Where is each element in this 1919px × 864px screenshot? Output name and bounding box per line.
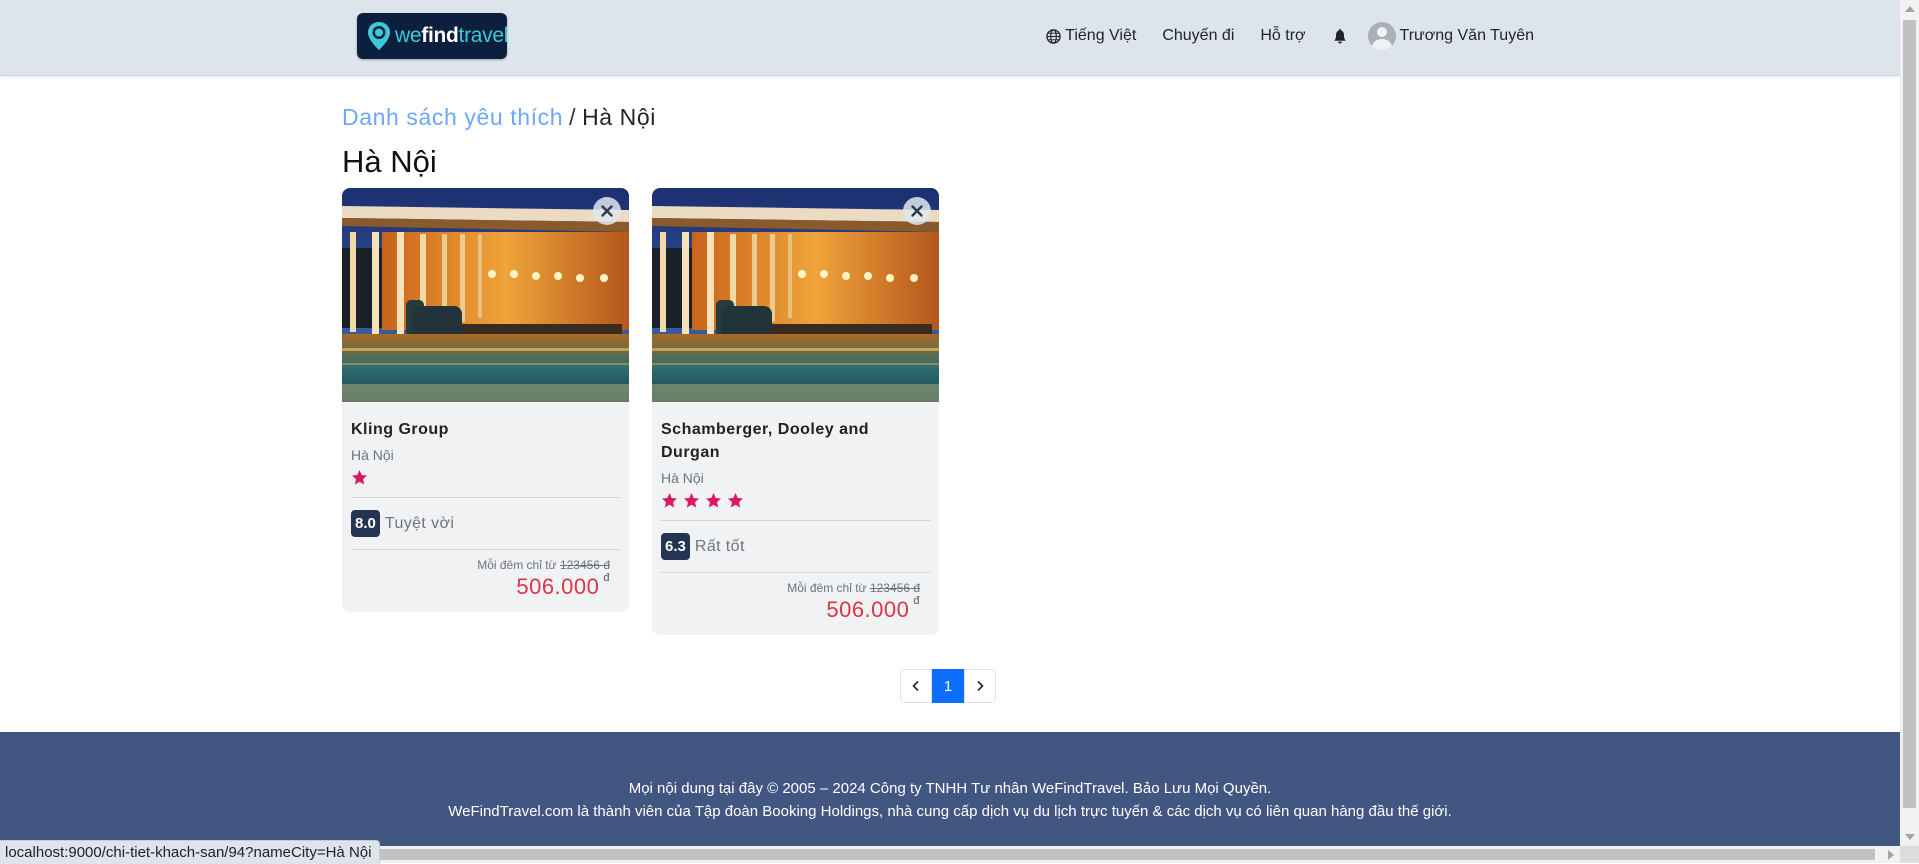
star-icon [728,493,743,508]
breadcrumb: Danh sách yêu thích / Hà Nội [342,104,656,131]
pagination-next-button[interactable] [964,669,996,703]
vertical-scrollbar[interactable] [1900,0,1919,863]
pagination-prev-button[interactable] [900,669,932,703]
notifications-button[interactable] [1332,28,1348,44]
divider [661,572,930,573]
footer-membership: WeFindTravel.com là thành viên của Tập đ… [448,803,1452,820]
price-from: Mỗi đêm chỉ từ 123456 đ [661,581,920,595]
star-rating [661,492,930,512]
remove-favorite-button[interactable] [903,197,931,225]
star-icon [684,493,699,508]
close-icon [601,205,613,217]
breadcrumb-current: Hà Nội [582,104,656,130]
score-label: Tuyệt vời [384,514,455,532]
old-price: 123456 đ [869,581,920,595]
breadcrumb-favorites-link[interactable]: Danh sách yêu thích [342,104,563,130]
user-menu[interactable]: Trương Văn Tuyên [1367,22,1534,50]
hotel-photo [652,188,939,402]
price-from-label: Mỗi đêm chỉ từ [787,581,867,595]
price: 506.000 đ [661,595,920,623]
user-name: Trương Văn Tuyên [1399,27,1534,44]
hotel-name[interactable]: Kling Group [351,418,620,441]
price-from: Mỗi đêm chỉ từ 123456 đ [351,558,610,572]
score-row: 6.3 Rất tốt [661,529,930,564]
star-icon [706,493,721,508]
chevron-left-icon [912,680,919,692]
hotel-card-body: Schamberger, Dooley and Durgan Hà Nội 6.… [652,418,939,635]
close-icon [911,205,923,217]
price-value: 506.000 [826,597,910,622]
scroll-up-arrow[interactable] [1905,6,1915,12]
logo-text-travel: travel [458,24,509,47]
hotel-city: Hà Nội [661,470,704,486]
score-row: 8.0 Tuyệt vời [351,506,620,541]
currency: đ [603,572,610,584]
avatar [1367,22,1396,50]
divider [661,520,930,521]
price-block: Mỗi đêm chỉ từ 123456 đ 506.000 đ [661,581,930,635]
logo-text-find: find [421,24,459,47]
remove-favorite-button[interactable] [593,197,621,225]
star-icon [662,493,677,508]
score-badge: 8.0 [351,510,380,537]
price-block: Mỗi đêm chỉ từ 123456 đ 506.000 đ [351,558,620,612]
price: 506.000 đ [351,572,610,600]
hotel-name[interactable]: Schamberger, Dooley and Durgan [661,418,930,464]
score-badge: 6.3 [661,533,690,560]
page-title: Hà Nội [342,144,437,179]
nav-support[interactable]: Hỗ trợ [1260,27,1305,45]
breadcrumb-separator: / [569,104,577,130]
footer-copyright: Mọi nội dung tại đây © 2005 – 2024 Công … [628,780,1272,797]
hotel-card[interactable]: Schamberger, Dooley and Durgan Hà Nội 6.… [652,188,939,635]
scrollbar-corner [1900,846,1919,863]
nav-right: Tiếng Việt Chuyến đi Hỗ trợ Trương Văn T… [1046,22,1534,50]
hotel-card-body: Kling Group Hà Nội 8.0 Tuyệt vời Mỗi đêm… [342,418,629,612]
pagination: 1 [900,669,996,703]
status-bar-url: localhost:9000/chi-tiet-khach-san/94?nam… [0,840,381,864]
globe-icon [1046,28,1061,44]
hotel-card[interactable]: Kling Group Hà Nội 8.0 Tuyệt vời Mỗi đêm… [342,188,629,612]
logo-text: wefindtravel [395,24,508,48]
vertical-scrollbar-thumb[interactable] [1903,20,1916,808]
hotel-photo [342,188,629,402]
divider [351,497,620,498]
score-label: Rất tốt [694,537,745,555]
scroll-right-arrow[interactable] [1888,850,1894,860]
old-price: 123456 đ [559,558,610,572]
scroll-down-arrow[interactable] [1905,834,1915,840]
chevron-right-icon [977,680,984,692]
language-label: Tiếng Việt [1065,27,1137,44]
price-value: 506.000 [516,574,600,599]
star-rating [351,469,620,489]
logo[interactable]: wefindtravel [357,13,508,59]
bell-icon [1334,28,1346,44]
logo-text-we: we [395,24,422,47]
divider [351,549,620,550]
currency: đ [913,595,920,607]
navbar: wefindtravel Tiếng Việt Chuyến đi Hỗ trợ… [0,0,1900,76]
star-icon [352,470,367,485]
price-from-label: Mỗi đêm chỉ từ [477,558,557,572]
pagination-page-1[interactable]: 1 [932,669,964,703]
hotel-city: Hà Nội [351,447,394,463]
location-pin-icon [367,21,391,51]
language-selector[interactable]: Tiếng Việt [1046,27,1136,45]
nav-trips[interactable]: Chuyến đi [1162,27,1234,45]
